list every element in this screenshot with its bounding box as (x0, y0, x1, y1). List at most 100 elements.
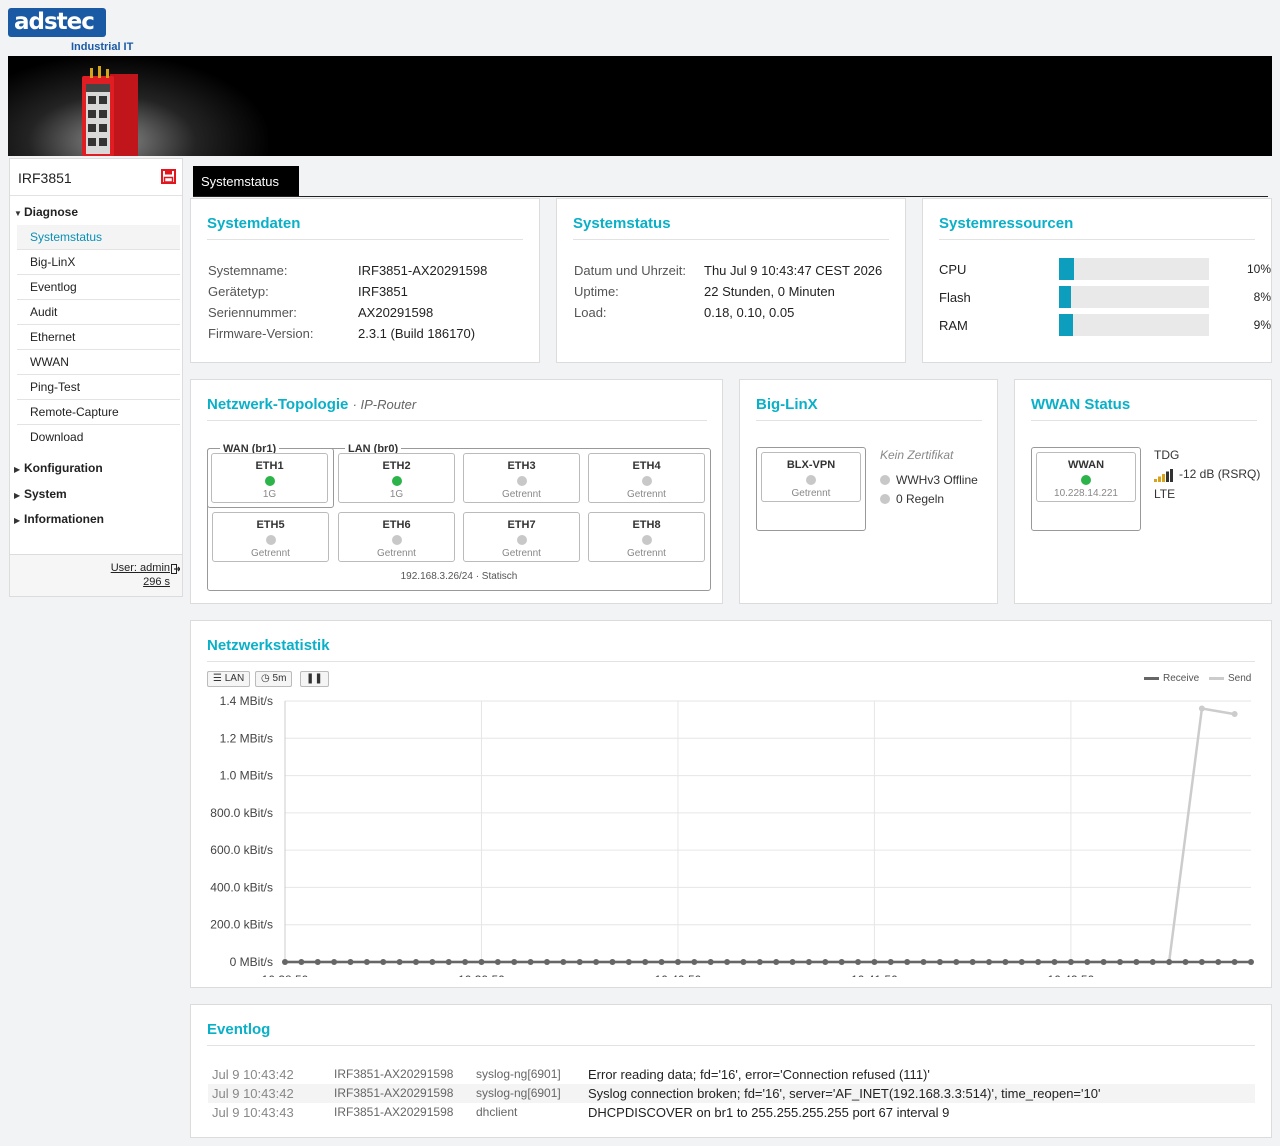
legend-send[interactable]: Send (1209, 673, 1251, 684)
divider (573, 239, 889, 240)
resource-ram: RAM 9% (939, 314, 1271, 338)
collapsed-triangle-icon: ▶ (14, 516, 21, 525)
data-point-receive (1002, 959, 1009, 965)
sidebar-group-konfiguration[interactable]: ▶ Konfiguration (14, 457, 103, 479)
x-tick-label: 10:42:50 (1048, 973, 1095, 977)
sidebar-header: IRF3851 (10, 159, 182, 196)
logo-subtitle: Industrial IT (71, 41, 134, 53)
y-tick-label: 800.0 kBit/s (210, 806, 273, 820)
sidebar-item-audit[interactable]: Audit (17, 300, 180, 325)
timerange-button[interactable]: ◷ 5m (255, 671, 293, 687)
data-point-receive (445, 959, 452, 965)
data-point-receive (331, 959, 338, 965)
header-banner (8, 56, 1272, 156)
card-title: Netzwerk-Topologie · IP-Router (207, 396, 417, 413)
signal-bar (1158, 476, 1161, 482)
data-point-receive (527, 959, 534, 965)
save-icon[interactable] (161, 169, 176, 184)
port-eth1[interactable]: ETH1 1G (211, 453, 328, 503)
port-eth3[interactable]: ETH3 Getrennt (463, 453, 580, 503)
card-netzwerk-topologie: Netzwerk-Topologie · IP-Router WAN (br1)… (190, 379, 723, 604)
resource-cpu: CPU 10% (939, 258, 1271, 282)
data-point-receive (789, 959, 796, 965)
card-title: Big-LinX (756, 396, 818, 413)
data-point-receive (822, 959, 829, 965)
logo-text: adstec (8, 8, 106, 37)
y-tick-label: 1.2 MBit/s (220, 731, 273, 745)
data-point-receive (1248, 959, 1254, 965)
sidebar-item-systemstatus[interactable]: Systemstatus (17, 225, 180, 250)
clock-icon: ◷ (261, 673, 270, 684)
data-point-receive (838, 959, 845, 965)
card-big-linx: Big-LinX BLX-VPN Getrennt Kein Zertifikat… (739, 379, 998, 604)
port-eth2[interactable]: ETH2 1G (338, 453, 455, 503)
link-status-dot (266, 535, 276, 545)
device-image (82, 66, 138, 156)
resource-flash: Flash 8% (939, 286, 1271, 310)
session-timer: 296 s (143, 576, 170, 588)
port-eth6[interactable]: ETH6 Getrennt (338, 512, 455, 562)
x-tick-label: 10:40:50 (655, 973, 702, 977)
info-row: Uptime: 22 Stunden, 0 Minuten (574, 284, 835, 299)
certificate-status: Kein Zertifikat (880, 448, 954, 462)
brand-logo: adstec Industrial IT (8, 8, 138, 54)
data-point-receive (1182, 959, 1189, 965)
user-link[interactable]: User: admin (111, 562, 170, 574)
link-status-dot (1081, 475, 1091, 485)
data-point-receive (576, 959, 583, 965)
sidebar-group-diagnose[interactable]: ▼ Diagnose (14, 201, 78, 223)
wwan-tile[interactable]: WWAN 10.228.14.221 (1036, 452, 1136, 502)
data-point-receive (658, 959, 665, 965)
port-eth5[interactable]: ETH5 Getrennt (212, 512, 329, 562)
port-eth4[interactable]: ETH4 Getrennt (588, 453, 705, 503)
tab-systemstatus[interactable]: Systemstatus (193, 166, 299, 196)
chart-legend: Receive Send (1141, 673, 1257, 687)
data-point-receive (953, 959, 960, 965)
data-point-receive (904, 959, 911, 965)
data-point-receive (478, 959, 485, 965)
lan-address: 192.168.3.26/24 · Statisch (400, 571, 518, 582)
link-status-dot (806, 475, 816, 485)
data-point-receive (986, 959, 993, 965)
sidebar-group-informationen[interactable]: ▶ Informationen (14, 508, 104, 530)
info-row: Datum und Uhrzeit: Thu Jul 9 10:43:47 CES… (574, 263, 883, 278)
data-point-receive (756, 959, 763, 965)
wwan-technology: LTE (1154, 487, 1176, 501)
wwan-operator: TDG (1154, 448, 1180, 462)
expanded-triangle-icon: ▼ (14, 209, 22, 218)
data-point-receive (412, 959, 419, 965)
card-title: WWAN Status (1031, 396, 1131, 413)
data-point-receive (282, 959, 288, 965)
port-eth7[interactable]: ETH7 Getrennt (463, 512, 580, 562)
sidebar-item-wwan[interactable]: WWAN (17, 350, 180, 375)
sidebar-item-eventlog[interactable]: Eventlog (17, 275, 180, 300)
data-point-receive (1215, 959, 1222, 965)
signal-bar (1154, 479, 1157, 482)
y-tick-label: 1.4 MBit/s (220, 694, 273, 708)
data-point-receive (314, 959, 321, 965)
sidebar-item-ping-test[interactable]: Ping-Test (17, 375, 180, 400)
sidebar-item-big-linx[interactable]: Big-LinX (17, 250, 180, 275)
data-point-receive (511, 959, 518, 965)
sidebar-item-remote-capture[interactable]: Remote-Capture (17, 400, 180, 425)
data-point-receive (936, 959, 943, 965)
data-point-receive (691, 959, 698, 965)
y-tick-label: 600.0 kBit/s (210, 843, 273, 857)
sidebar-item-download[interactable]: Download (17, 425, 180, 450)
pause-button[interactable]: ❚❚ (300, 671, 329, 687)
logout-icon[interactable] (171, 564, 180, 574)
sidebar-group-system[interactable]: ▶ System (14, 483, 67, 505)
wwan-signal: -12 dB (RSRQ) (1179, 467, 1261, 481)
sidebar-footer: User: admin 296 s (10, 554, 182, 596)
legend-receive[interactable]: Receive (1144, 673, 1199, 684)
data-point-receive (396, 959, 403, 965)
vpn-tile[interactable]: BLX-VPN Getrennt (761, 452, 861, 502)
card-netzwerkstatistik: Netzwerkstatistik ☰ LAN ◷ 5m ❚❚ Receive … (190, 620, 1272, 988)
card-title: Systemstatus (573, 215, 671, 232)
port-eth8[interactable]: ETH8 Getrennt (588, 512, 705, 562)
sidebar-item-ethernet[interactable]: Ethernet (17, 325, 180, 350)
link-status-dot (392, 476, 402, 486)
topology-mode: · IP-Router (352, 397, 417, 412)
info-row: Load: 0.18, 0.10, 0.05 (574, 305, 795, 320)
interface-select-button[interactable]: ☰ LAN (207, 671, 251, 687)
